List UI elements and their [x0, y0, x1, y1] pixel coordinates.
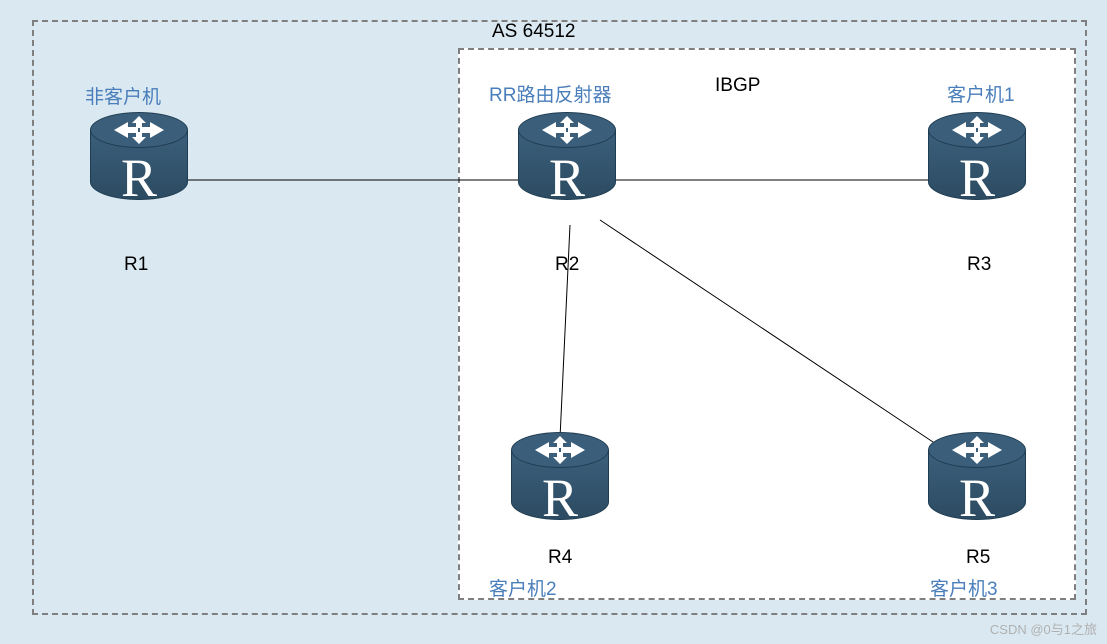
router-arrows-icon [946, 434, 1008, 466]
router-arrows-icon [108, 114, 170, 146]
router-r1: R [90, 112, 188, 212]
router-arrows-icon [536, 114, 598, 146]
router-arrows-icon [529, 434, 591, 466]
router-r4: R [511, 432, 609, 532]
links-layer [0, 0, 1107, 644]
router-r5: R [928, 432, 1026, 532]
router-r3: R [928, 112, 1026, 212]
router-r2: R [518, 112, 616, 212]
router-arrows-icon [946, 114, 1008, 146]
